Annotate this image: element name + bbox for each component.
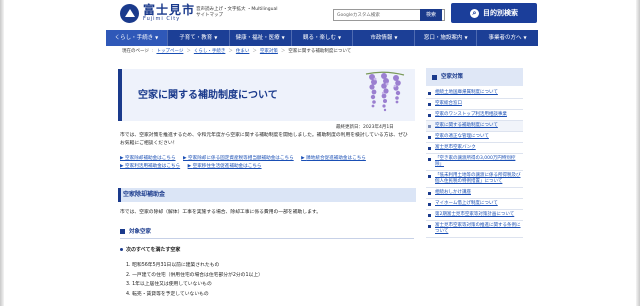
list-item: 4. 転売・賃貸等を予定していないもの [126, 291, 209, 297]
nav-item-kosodate[interactable]: 子育て・教育 ▼ [168, 30, 230, 46]
anchor-link[interactable]: ▶ 空家除却に係る固定資産税等相当額補助金はこちら [183, 156, 294, 161]
chevron-down-icon: ▼ [155, 35, 159, 40]
list-item: 1. 昭和56年5月31日以前に建築されたもの [126, 263, 220, 268]
sidebar-item[interactable]: 空家の適正な管理について [426, 132, 523, 143]
nav-item-kurashi[interactable]: くらし・手続き ▼ [106, 30, 168, 46]
chevron-down-icon: ▼ [337, 35, 342, 40]
condition-heading: 次のすべてを満たす空家 [120, 246, 180, 253]
sidebar-item[interactable]: 富士見市空家等対策の推進に関する条例について [426, 221, 523, 238]
nav-item-kenko[interactable]: 健康・福祉・医療 ▼ [230, 30, 292, 46]
breadcrumb: 現在のページ : トップページ ＞ くらし・手続き ＞ 住まい ＞ 空家対策 ＞… [122, 48, 352, 55]
sidebar-item[interactable]: 富士見市空家バンク [426, 143, 523, 154]
breadcrumb-link[interactable]: トップページ [156, 48, 183, 54]
city-emblem-icon [120, 4, 139, 23]
nav-item-madoguchi[interactable]: 窓口・施設案内 ▼ [415, 30, 478, 46]
breadcrumb-link[interactable]: 住まい [236, 48, 250, 54]
sidebar-item[interactable]: 第2期富士見市空家等対策計画について [426, 210, 523, 221]
sidebar-item[interactable]: 空家総合窓口 [426, 99, 523, 110]
sidebar-nav: 相続土地国庫帰属制度について 空家総合窓口 空家のワンストップ利活用相談事業 空… [426, 88, 523, 238]
section-heading: 空家除却補助金 [118, 188, 416, 202]
intro-text: 市では、空家対策を推進するため、令和元年度から空家に関する補助制度を開始しました… [120, 133, 408, 146]
subsection-heading: 対象空家 [120, 227, 151, 235]
sitemap-link[interactable]: サイトマップ [196, 13, 223, 19]
square-bullet-icon [432, 74, 437, 80]
divider [120, 238, 414, 239]
breadcrumb-link[interactable]: 空家対策 [260, 48, 278, 54]
sidebar-heading: 空家対策 [426, 68, 523, 86]
square-bullet-icon [120, 228, 125, 234]
search-icon: ⌕ [470, 8, 479, 18]
sidebar-item[interactable]: 相続おしかけ講座 [426, 188, 523, 199]
page-shadow-right [636, 0, 640, 306]
logo-subtitle: Fujimi City [143, 16, 181, 22]
chevron-down-icon: ▼ [394, 35, 398, 40]
utility-links: 音声読み上げ・文字拡大 ・Multilingual サイトマップ [196, 7, 278, 19]
list-item: 3. 1年以上居住又は使用していないもの [126, 282, 212, 287]
wisteria-illustration-icon [365, 71, 405, 112]
logo-title: 富士見市 [143, 3, 196, 17]
page-shadow-left [0, 0, 4, 306]
anchor-links: ▶ 空家除却補助金はこちら ▶ 空家除却に係る固定資産税等相当額補助金はこちら … [120, 155, 416, 171]
page-title: 空家に関する補助制度について [138, 90, 278, 101]
anchor-link[interactable]: ▶ 空家移住生活促進補助金はこちら [188, 164, 262, 169]
sidebar-item-current[interactable]: 空家に関する補助制度について [426, 121, 523, 132]
anchor-link[interactable]: ▶ 空家除却補助金はこちら [120, 156, 176, 161]
list-item: 2. 一戸建ての住宅（併用住宅の場合は住宅部分が2分の1以上） [126, 272, 263, 278]
purpose-search-label: 目的別検索 [483, 9, 518, 17]
last-updated: 最終更新日：2023年4月1日 [336, 125, 394, 130]
sidebar-item[interactable]: 「空き家の譲渡所得の3,000万円特別控除」 [426, 154, 523, 171]
nav-item-shisei[interactable]: 市政情報 ▼ [353, 30, 416, 46]
chevron-down-icon: ▼ [523, 35, 527, 40]
anchor-link[interactable]: ▶ 空家利活用補助金はこちら [120, 164, 180, 169]
sidebar-item[interactable]: 「低未利用土地等の譲渡に係る所得税及び個人住民税の特例措置」について [426, 171, 523, 188]
site-header: 富士見市 Fujimi City 音声読み上げ・文字拡大 ・Multilingu… [106, 0, 538, 30]
chevron-down-icon: ▼ [281, 35, 285, 40]
anchor-link[interactable]: ▶ 隣地統合促進補助金はこちら [301, 156, 366, 161]
nav-item-miru[interactable]: 観る・楽しむ ▼ [292, 30, 354, 46]
chevron-down-icon: ▼ [214, 35, 218, 40]
section-text: 市では、空家の除却（解体）工事を実施する場合、除却工事に係る費用の一部を補助しま… [120, 210, 321, 215]
site-logo[interactable]: 富士見市 Fujimi City [120, 4, 195, 23]
sidebar-item[interactable]: 相続土地国庫帰属制度について [426, 88, 523, 99]
sidebar-item[interactable]: 空家のワンストップ利活用相談事業 [426, 110, 523, 121]
breadcrumb-link[interactable]: くらし・手続き [194, 48, 226, 54]
nav-item-jigyosha[interactable]: 事業者の方へ ▼ [477, 30, 538, 46]
global-nav: くらし・手続き ▼ 子育て・教育 ▼ 健康・福祉・医療 ▼ 観る・楽しむ ▼ 市政情報 ▼… [106, 30, 538, 46]
sidebar-item[interactable]: マイホーム借上げ制度について [426, 199, 523, 210]
conditions-list: 1. 昭和56年5月31日以前に建築されたもの 2. 一戸建ての住宅（併用住宅の… [126, 261, 263, 299]
search-button[interactable]: 検索 [420, 9, 442, 21]
breadcrumb-current: 空家に関する補助制度について [288, 49, 352, 54]
dot-bullet-icon [120, 248, 123, 251]
chevron-down-icon: ▼ [464, 35, 468, 40]
purpose-search-button[interactable]: ⌕ 目的別検索 [451, 3, 537, 23]
